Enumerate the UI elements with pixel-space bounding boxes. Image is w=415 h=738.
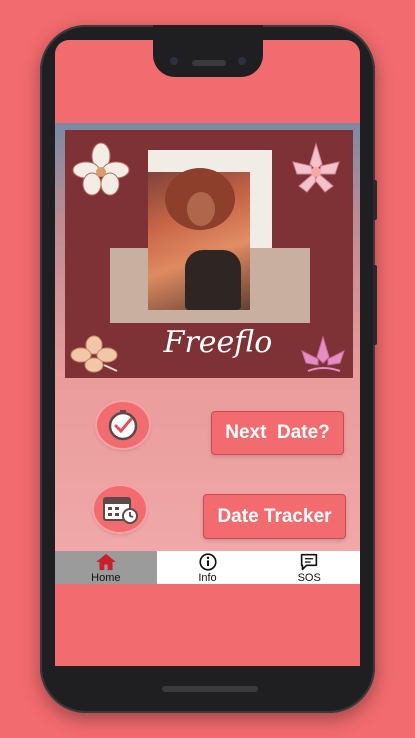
hero-banner: Freeflo: [65, 130, 353, 378]
notch: [153, 25, 263, 77]
info-icon: [198, 553, 217, 571]
volume-button: [373, 265, 377, 345]
bottom-nav: Home Info SOS: [55, 551, 360, 584]
nav-item-info[interactable]: Info: [157, 551, 259, 584]
flower-bottom-right-icon: [301, 335, 345, 372]
date-tracker-label: Date Tracker: [217, 505, 332, 527]
screen-bottom-area: [55, 584, 360, 666]
date-tracker-button[interactable]: Date Tracker: [203, 494, 346, 539]
calendar-button[interactable]: [94, 486, 146, 532]
nav-item-sos[interactable]: SOS: [258, 551, 360, 584]
nav-label-home: Home: [91, 572, 121, 584]
message-icon: [300, 553, 318, 571]
sensor: [238, 57, 246, 65]
flower-top-right-icon: [292, 142, 340, 193]
next-date-label: Next Date?: [225, 422, 330, 443]
speaker: [192, 60, 226, 66]
hero-photo-face: [187, 192, 215, 226]
timer-button[interactable]: [97, 402, 149, 448]
home-icon: [96, 553, 116, 571]
stopwatch-icon: [108, 410, 138, 441]
flower-top-left-icon: [72, 142, 130, 196]
front-camera: [170, 57, 178, 65]
nav-item-home[interactable]: Home: [55, 551, 157, 584]
flower-bottom-left-icon: [70, 335, 118, 373]
next-date-button[interactable]: Next Date?: [211, 411, 344, 455]
nav-label-info: Info: [198, 572, 217, 584]
power-button: [373, 180, 377, 220]
brand-logo-text: Freeflo: [163, 325, 273, 360]
hero-photo-figure: [185, 250, 241, 310]
device-home-indicator: [162, 686, 258, 692]
nav-label-sos: SOS: [297, 572, 321, 584]
calendar-clock-icon: [103, 497, 138, 524]
